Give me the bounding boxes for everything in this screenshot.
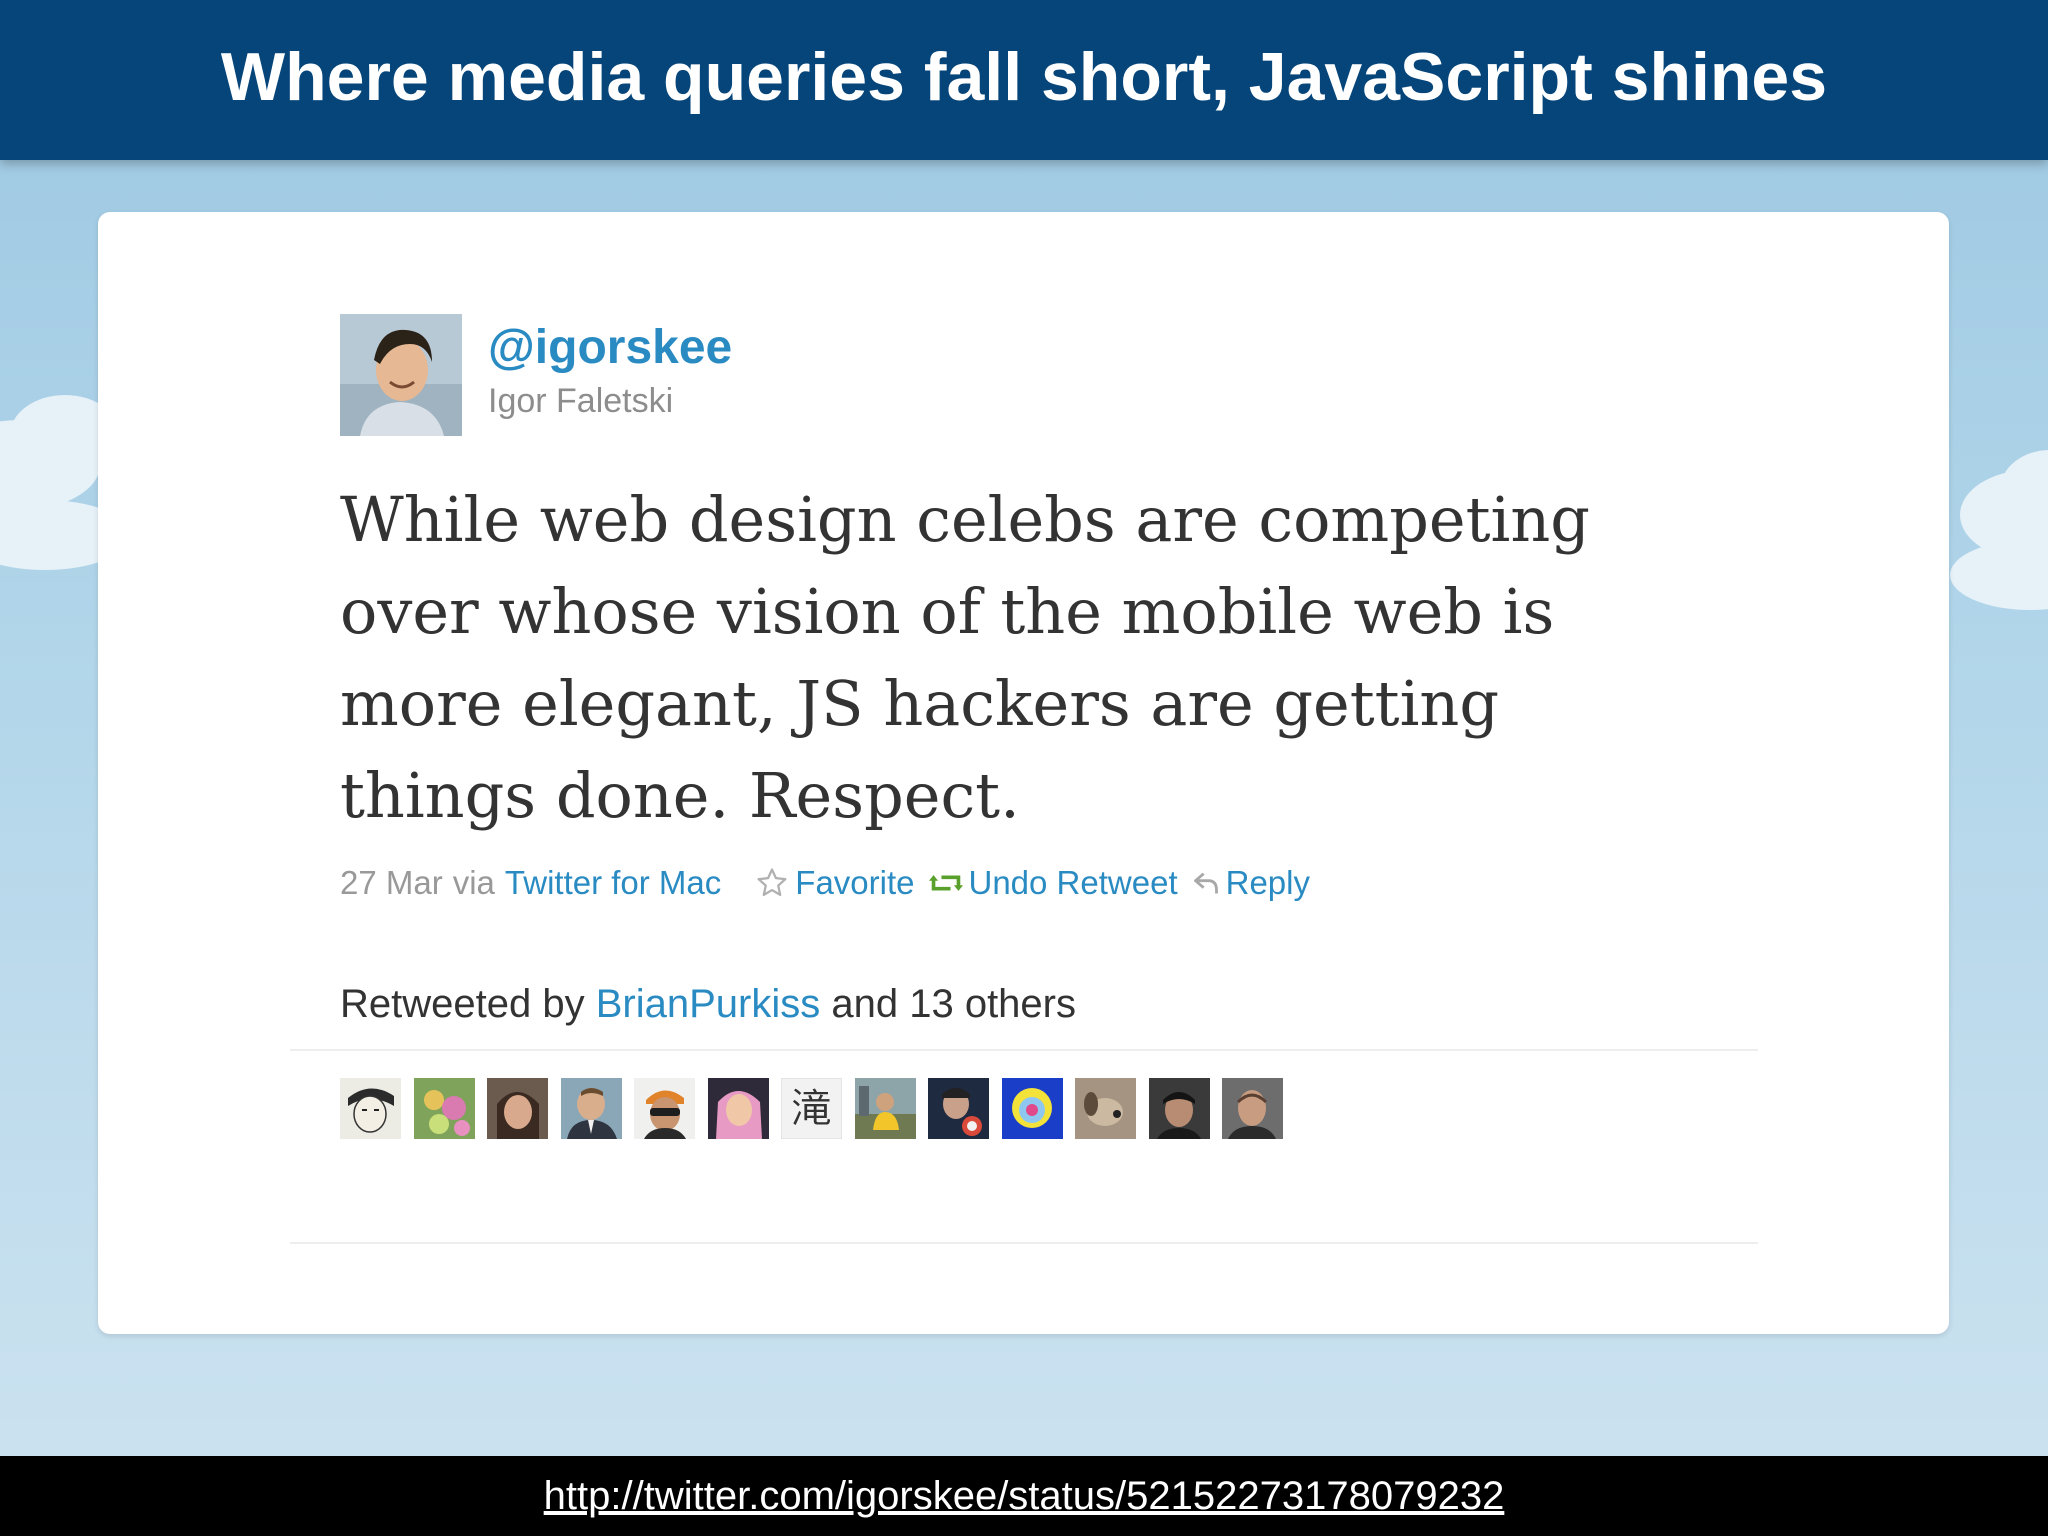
tweet-handle-link[interactable]: @igorskee [488,320,732,375]
avatar-outdoor-yellow-icon [854,1078,916,1139]
reply-button[interactable]: Reply [1192,864,1310,902]
tweet-text: While web design celebs are competing ov… [340,483,1590,832]
retweeter-avatar[interactable] [1001,1078,1063,1139]
retweeter-avatar[interactable] [1148,1078,1210,1139]
avatar-colorful-blue-yellow-icon [1001,1078,1063,1139]
slide-title: Where media queries fall short, JavaScri… [220,39,1828,115]
avatar-man-orange-sunglasses-icon [634,1078,695,1139]
retweeter-avatar[interactable]: 滝 [781,1078,842,1139]
avatar-man-bald-icon [1222,1078,1283,1139]
retweeter-avatar[interactable] [560,1078,622,1139]
avatar-kanji-icon: 滝 [781,1078,842,1139]
source-url-bar: http://twitter.com/igorskee/status/52152… [0,1456,2048,1536]
undo-retweet-label: Undo Retweet [968,864,1178,901]
retweeted-by-prefix: Retweeted by [340,982,585,1026]
slide: Where media queries fall short, JavaScri… [0,0,2048,1536]
tweet-via-label: via [452,864,495,901]
retweeter-avatar[interactable] [340,1078,401,1139]
cloud-right-3 [1950,540,2048,610]
retweeter-avatar[interactable] [928,1078,989,1139]
avatar-dog-profile-icon [1075,1078,1136,1139]
avatar-flowers-icon [413,1078,475,1139]
tweet-source-link[interactable]: Twitter for Mac [505,864,721,902]
slide-header: Where media queries fall short, JavaScri… [0,0,2048,160]
favorite-button[interactable]: Favorite [755,864,915,902]
source-url-link[interactable]: http://twitter.com/igorskee/status/52152… [544,1474,1505,1519]
reply-arrow-icon [1193,872,1218,894]
favorite-label: Favorite [795,864,915,901]
retweeter-avatars: 滝 [340,1078,1296,1139]
retweeter-user-link[interactable]: BrianPurkiss [596,982,821,1026]
retweeter-avatar[interactable] [854,1078,916,1139]
avatar-sketch-face-icon [340,1078,401,1139]
retweeted-by-line: Retweeted by BrianPurkiss and 13 others [340,982,1076,1027]
avatar-woman-pink-hair-icon [707,1078,769,1139]
avatar-kanji-text: 滝 [792,1086,832,1132]
retweeter-avatar[interactable] [413,1078,475,1139]
avatar-woman-dark-hair-icon [487,1078,548,1139]
avatar-man-dark-red-icon [928,1078,989,1139]
retweeter-avatar[interactable] [487,1078,548,1139]
reply-label: Reply [1225,864,1310,901]
tweet-meta-row: 27 Mar via Twitter for Mac Favorite Undo… [340,864,1310,902]
retweeter-avatar[interactable] [1075,1078,1136,1139]
retweeted-by-suffix: and 13 others [831,982,1076,1026]
tweet-full-name: Igor Faletski [488,382,674,420]
retweeter-avatar[interactable] [1222,1078,1283,1139]
profile-avatar[interactable] [340,314,462,436]
tweet-card: @igorskee Igor Faletski While web design… [98,212,1949,1334]
retweet-divider-top [290,1049,1758,1051]
avatar-man-dark-hair-icon [1148,1078,1210,1139]
retweeter-avatar[interactable] [634,1078,695,1139]
retweet-divider-bottom [290,1242,1758,1244]
avatar-photo-icon [340,314,462,436]
avatar-man-suit-icon [560,1078,622,1139]
undo-retweet-button[interactable]: Undo Retweet [928,864,1178,902]
star-icon [757,868,787,897]
retweeter-avatar[interactable] [707,1078,769,1139]
tweet-date-link[interactable]: 27 Mar [340,864,443,902]
retweet-icon [928,875,963,891]
